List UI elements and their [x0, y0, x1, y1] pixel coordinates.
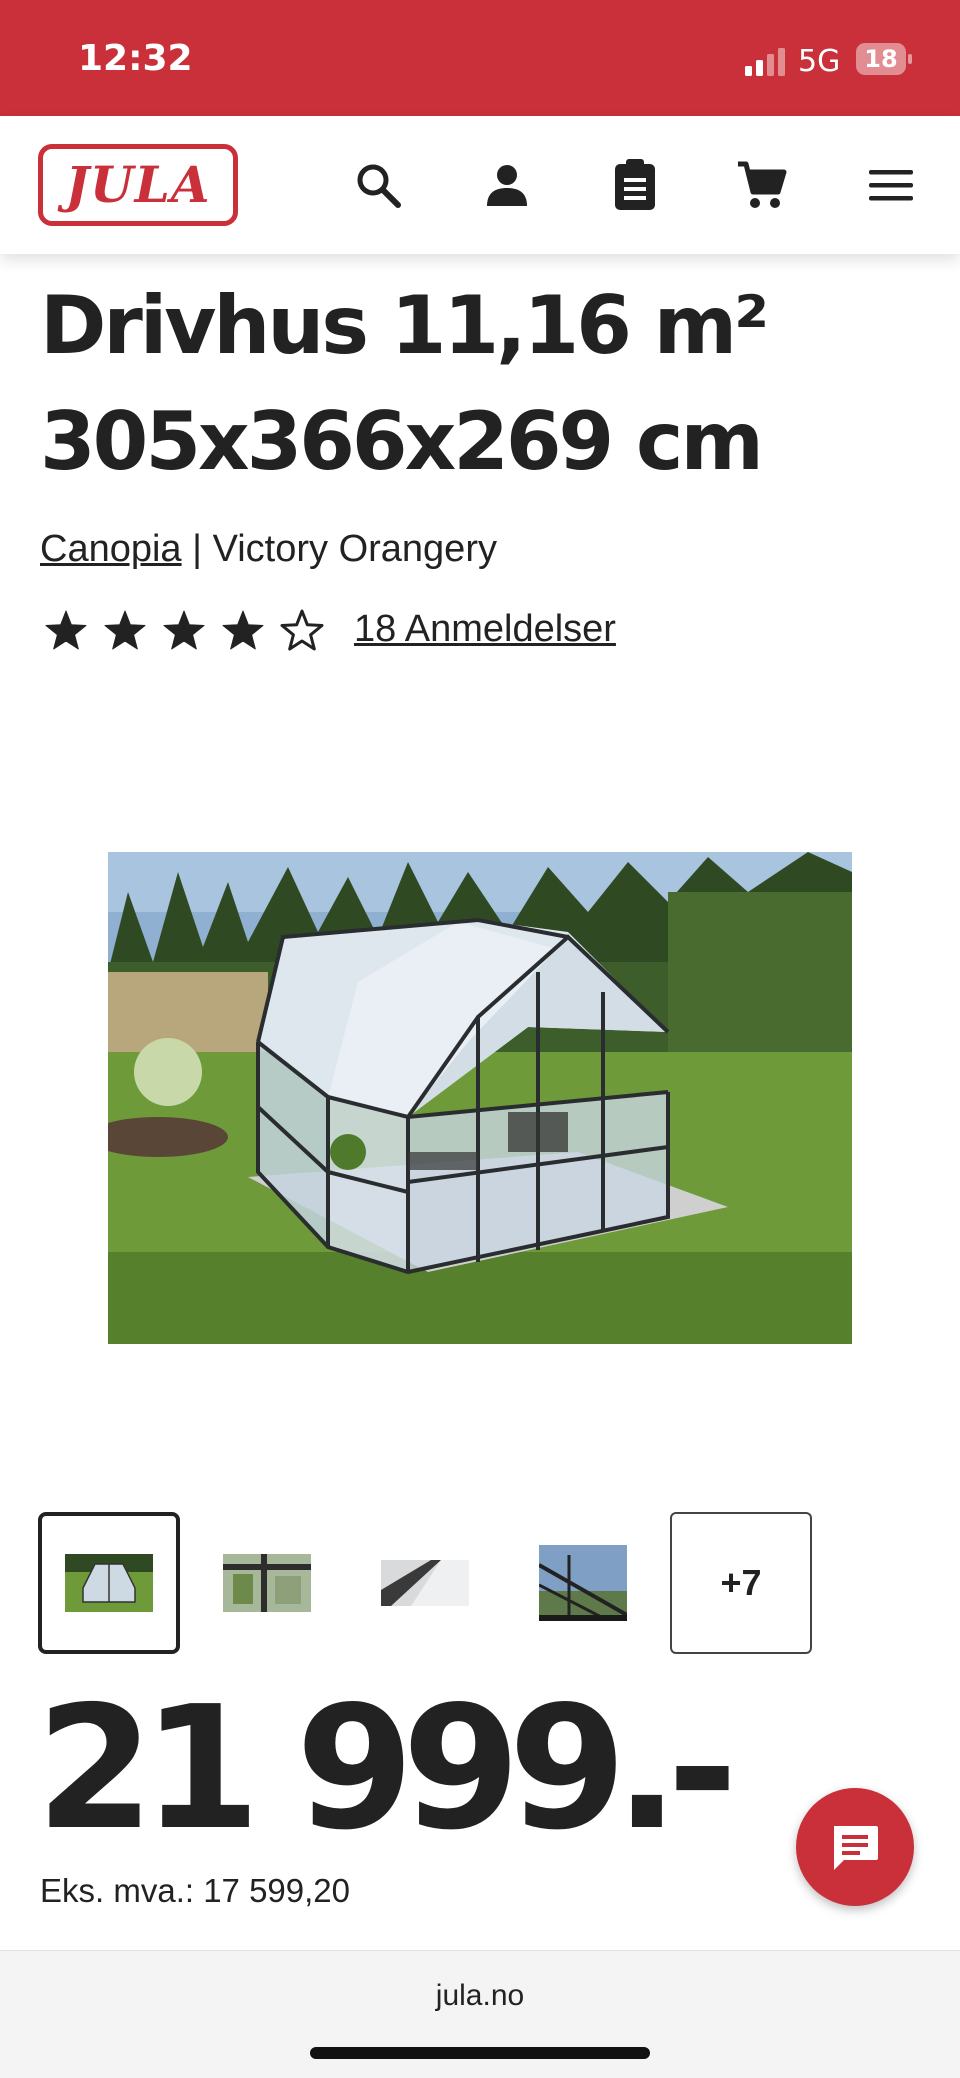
- product-price: 21 999.-: [36, 1670, 738, 1868]
- brand-line: Canopia | Victory Orangery: [40, 528, 497, 571]
- more-images-button[interactable]: +7: [670, 1512, 812, 1654]
- address-bar-url[interactable]: jula.no: [0, 1979, 960, 2013]
- browser-bar: jula.no: [0, 1950, 960, 2078]
- thumbnail-4[interactable]: [512, 1512, 654, 1654]
- search-icon[interactable]: [349, 156, 407, 214]
- logo-text: JULA: [65, 155, 211, 214]
- rating-stars: [45, 609, 324, 651]
- star-filled-icon: [163, 610, 205, 650]
- reviews-link[interactable]: 18 Anmeldelser: [354, 608, 616, 651]
- account-icon[interactable]: [478, 156, 536, 214]
- chat-button[interactable]: [796, 1788, 914, 1906]
- status-time: 12:32: [78, 38, 193, 79]
- thumbnail-strip: +7: [38, 1512, 918, 1654]
- star-filled-icon: [45, 610, 87, 650]
- battery-level: 18: [864, 45, 898, 73]
- menu-icon[interactable]: [862, 156, 920, 214]
- price-ex-vat: Eks. mva.: 17 599,20: [40, 1872, 351, 1909]
- star-filled-icon: [104, 610, 146, 650]
- battery-icon: 18: [856, 43, 912, 75]
- thumbnail-2[interactable]: [196, 1512, 338, 1654]
- product-image[interactable]: [108, 852, 852, 1344]
- thumbnail-3[interactable]: [354, 1512, 496, 1654]
- home-indicator[interactable]: [310, 2047, 650, 2059]
- status-bar: 12:32 5G 18: [0, 0, 960, 116]
- network-type: 5G: [798, 44, 841, 79]
- signal-icon: [745, 48, 785, 76]
- jula-logo[interactable]: JULA: [38, 144, 238, 226]
- product-title: Drivhus 11,16 m² 305x366x269 cm: [40, 268, 920, 500]
- brand-separator: |: [181, 528, 213, 570]
- product-model: Victory Orangery: [212, 528, 497, 570]
- product-title-line-2: 305x366x269 cm: [40, 395, 764, 488]
- product-title-line-1: Drivhus 11,16 m²: [40, 279, 769, 372]
- site-header: JULA: [0, 116, 960, 254]
- star-filled-icon: [222, 610, 264, 650]
- chat-icon: [834, 1826, 878, 1870]
- cart-icon[interactable]: [733, 156, 791, 214]
- brand-link[interactable]: Canopia: [40, 528, 182, 570]
- star-empty-icon: [280, 609, 324, 651]
- shopping-list-icon[interactable]: [606, 156, 664, 214]
- thumbnail-1[interactable]: [38, 1512, 180, 1654]
